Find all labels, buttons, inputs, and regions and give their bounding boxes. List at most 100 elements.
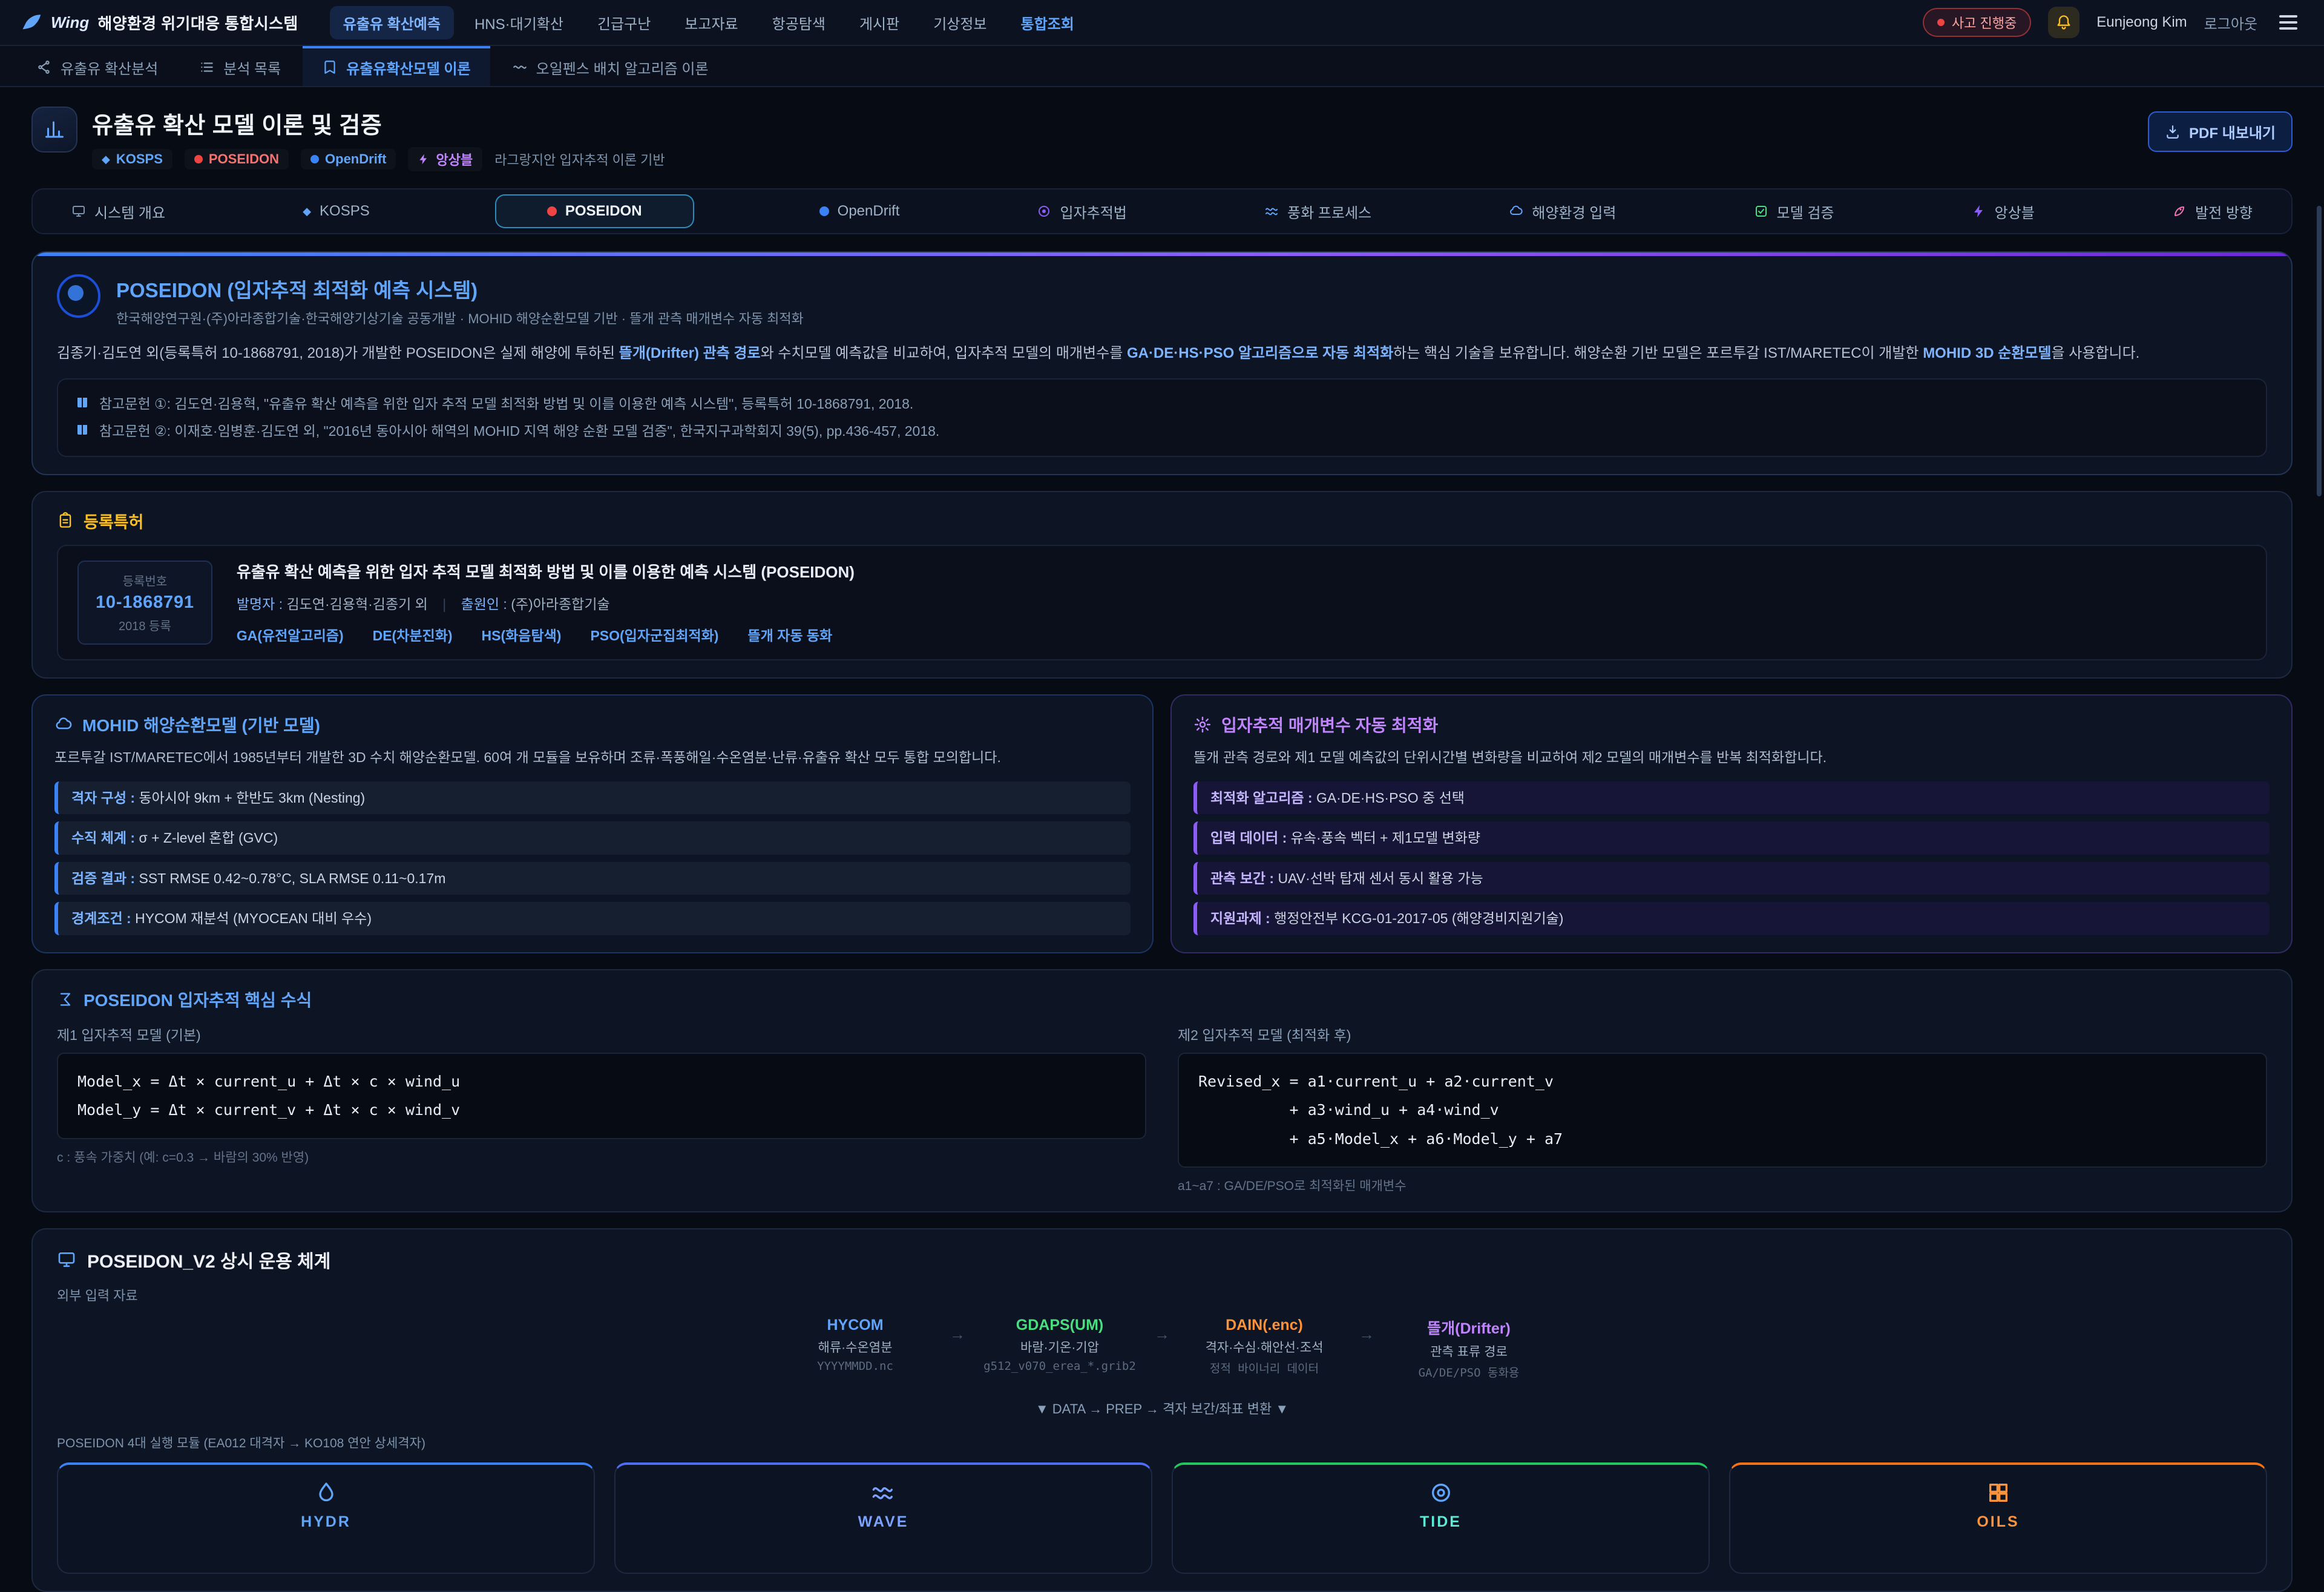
section-system-overview[interactable]: 시스템 개요 — [59, 194, 177, 229]
spec-row: 최적화 알고리즘 : GA·DE·HS·PSO 중 선택 — [1193, 781, 2270, 815]
module-hydr: HYDR — [57, 1462, 595, 1574]
tag-drifter-assimilation[interactable]: 뜰개 자동 동화 — [747, 624, 832, 645]
brand-name: Wing — [51, 13, 89, 32]
wing-logo-icon — [22, 12, 42, 33]
tab-oil-fence-algorithm[interactable]: 오일펜스 배치 알고리즘 이론 — [493, 46, 728, 86]
core-formulas-card: POSEIDON 입자추적 핵심 수식 제1 입자추적 모델 (기본) Mode… — [31, 969, 2293, 1213]
operation-system-card: POSEIDON_V2 상시 운용 체계 외부 입력 자료 HYCOM 해류·수… — [31, 1228, 2293, 1592]
tag-pso[interactable]: PSO(입자군집최적화) — [590, 624, 718, 645]
model2-caption: a1~a7 : GA/DE/PSO로 최적화된 매개변수 — [1178, 1176, 2267, 1194]
tab-label: 분석 목록 — [223, 57, 281, 78]
section-weathering-process[interactable]: 풍화 프로세스 — [1252, 194, 1384, 229]
notification-bell-icon[interactable] — [2048, 7, 2079, 38]
clipboard-icon — [57, 512, 74, 529]
poseidon-overview-card: POSEIDON (입자추적 최적화 예측 시스템) 한국해양연구원·(주)아라… — [31, 251, 2293, 475]
wave-icon — [1264, 204, 1279, 219]
patent-meta: 발명자 : 김도연·김용혁·김종기 외 | 출원인 : (주)아라종합기술 — [237, 593, 855, 613]
spec-row: 관측 보간 : UAV·선박 탑재 센서 동시 활용 가능 — [1193, 862, 2270, 895]
user-name: Eunjeong Kim — [2096, 14, 2187, 31]
page-header: 유출유 확산 모델 이론 및 검증 ◆KOSPS POSEIDON OpenDr… — [31, 87, 2293, 183]
main-navigation: 유출유 확산예측 HNS·대기확산 긴급구난 보고자료 항공탐색 게시판 기상정… — [330, 6, 1891, 39]
incident-dot-icon — [1937, 19, 1945, 26]
spec-row: 격자 구성 : 동아시아 9km + 한반도 3km (Nesting) — [54, 781, 1131, 815]
patent-tags: GA(유전알고리즘) DE(차분진화) HS(화음탐색) PSO(입자군집최적화… — [237, 624, 855, 645]
mohid-card-header: MOHID 해양순환모델 (기반 모델) — [54, 712, 1131, 737]
modules-label: POSEIDON 4대 실행 모듈 (EA012 대격자 → KO108 연안 … — [57, 1433, 2267, 1452]
flow-arrow: → — [1154, 1325, 1170, 1344]
droplet-icon — [314, 1481, 338, 1505]
patent-year: 2018 등록 — [96, 616, 194, 634]
section-kosps[interactable]: ◆KOSPS — [290, 196, 382, 227]
top-navigation-bar: Wing 해양환경 위기대응 통합시스템 유출유 확산예측 HNS·대기확산 긴… — [0, 0, 2324, 46]
section-ensemble[interactable]: 앙상블 — [1960, 194, 2047, 229]
patent-detail-box: 등록번호 10-1868791 2018 등록 유출유 확산 예측을 위한 입자… — [57, 545, 2267, 660]
nav-weather-info[interactable]: 기상정보 — [920, 6, 1000, 39]
data-prep-flow-label: ▼ DATA → PREP → 격자 보간/좌표 변환 ▼ — [57, 1398, 2267, 1418]
chart-icon — [44, 119, 65, 140]
algorithm-emphasis: GA·DE·HS·PSO 알고리즘으로 자동 최적화 — [1127, 345, 1393, 361]
section-poseidon[interactable]: POSEIDON — [495, 194, 694, 228]
section-particle-tracking[interactable]: 입자추적법 — [1025, 194, 1138, 229]
model1-caption: c : 풍속 가중치 (예: c=0.3 → 바람의 30% 반영) — [57, 1148, 1146, 1166]
tab-diffusion-model-theory[interactable]: 유출유확산모델 이론 — [303, 46, 490, 86]
optimization-description: 뜰개 관측 경로와 제1 모델 예측값의 단위시간별 변화량을 비교하여 제2 … — [1193, 746, 2270, 769]
share-icon — [36, 59, 52, 75]
topnav-right-cluster: 사고 진행중 Eunjeong Kim 로그아웃 — [1923, 7, 2302, 38]
scrollbar-thumb[interactable] — [2317, 206, 2322, 496]
pdf-export-button[interactable]: PDF 내보내기 — [2148, 111, 2293, 152]
blue-dot-icon — [819, 206, 829, 216]
bolt-icon — [1972, 204, 1986, 219]
reference-item: 참고문헌 ①: 김도연·김용혁, "유출유 확산 예측을 위한 입자 추적 모델… — [75, 390, 2249, 418]
external-input-label: 외부 입력 자료 — [57, 1285, 2267, 1304]
data-source-row: HYCOM 해류·수온염분 YYYYMMDD.nc → GDAPS(UM) 바람… — [57, 1317, 2267, 1380]
section-model-validation[interactable]: 모델 검증 — [1742, 194, 1846, 229]
page-subtitle: 라그랑지안 입자추적 이론 기반 — [494, 150, 665, 169]
patent-title: 유출유 확산 예측을 위한 입자 추적 모델 최적화 방법 및 이를 이용한 예… — [237, 561, 855, 584]
nav-report-data[interactable]: 보고자료 — [671, 6, 751, 39]
tab-spill-analysis[interactable]: 유출유 확산분석 — [17, 46, 177, 86]
model2-label: 제2 입자추적 모델 (최적화 후) — [1178, 1024, 2267, 1044]
app-brand[interactable]: Wing 해양환경 위기대응 통합시스템 — [22, 12, 298, 34]
model2-code: Revised_x = a1·current_u + a2·current_v … — [1178, 1053, 2267, 1168]
tab-analysis-list[interactable]: 분석 목록 — [180, 46, 300, 86]
nav-bulletin-board[interactable]: 게시판 — [846, 6, 913, 39]
pdf-button-label: PDF 내보내기 — [2189, 121, 2276, 142]
spec-row: 검증 결과 : SST RMSE 0.42~0.78°C, SLA RMSE 0… — [54, 862, 1131, 895]
section-opendrift[interactable]: OpenDrift — [807, 196, 912, 227]
patent-number-block: 등록번호 10-1868791 2018 등록 — [77, 561, 212, 645]
tag-ga[interactable]: GA(유전알고리즘) — [237, 624, 344, 645]
gear-icon — [1193, 715, 1212, 734]
model2-formula-block: 제2 입자추적 모델 (최적화 후) Revised_x = a1·curren… — [1178, 1024, 2267, 1195]
nav-hns-atmospheric[interactable]: HNS·대기확산 — [461, 6, 577, 39]
sub-tab-bar: 유출유 확산분석 분석 목록 유출유확산모델 이론 오일펜스 배치 알고리즘 이… — [0, 46, 2324, 87]
tab-label: 유출유 확산분석 — [61, 57, 158, 78]
hamburger-menu-icon[interactable] — [2274, 10, 2302, 35]
section-nav-bar: 시스템 개요 ◆KOSPS POSEIDON OpenDrift 입자추적법 풍… — [31, 188, 2293, 234]
spec-row: 입력 데이터 : 유속·풍속 벡터 + 제1모델 변화량 — [1193, 821, 2270, 855]
incident-status-badge[interactable]: 사고 진행중 — [1923, 8, 2031, 37]
page-title: 유출유 확산 모델 이론 및 검증 — [92, 107, 665, 140]
check-square-icon — [1754, 204, 1768, 219]
logout-button[interactable]: 로그아웃 — [2204, 12, 2257, 33]
nav-oil-spill-prediction[interactable]: 유출유 확산예측 — [330, 6, 454, 39]
tag-de[interactable]: DE(차분진화) — [373, 624, 453, 645]
drifter-path-emphasis: 뜰개(Drifter) 관측 경로 — [619, 345, 761, 361]
nav-integrated-search[interactable]: 통합조회 — [1008, 6, 1088, 39]
tag-hs[interactable]: HS(화음탐색) — [482, 624, 562, 645]
source-gdaps: GDAPS(UM) 바람·기온·기압 g512_v070_erea_*.grib… — [980, 1317, 1140, 1373]
poseidon-subtitle: 한국해양연구원·(주)아라종합기술·한국해양기상기술 공동개발 · MOHID … — [116, 308, 804, 327]
operation-header: POSEIDON_V2 상시 운용 체계 — [57, 1246, 2267, 1273]
book-icon — [322, 59, 338, 75]
section-marine-env-input[interactable]: 해양환경 입력 — [1497, 194, 1628, 229]
app-title: 해양환경 위기대응 통합시스템 — [97, 12, 298, 34]
formulas-header: POSEIDON 입자추적 핵심 수식 — [57, 987, 2267, 1011]
nav-emergency-rescue[interactable]: 긴급구난 — [584, 6, 664, 39]
model1-code: Model_x = Δt × current_u + Δt × c × wind… — [57, 1053, 1146, 1139]
mohid-description: 포르투갈 IST/MARETEC에서 1985년부터 개발한 3D 수치 해양순… — [54, 746, 1131, 769]
cloud-icon — [1509, 204, 1523, 219]
nav-aerial-search[interactable]: 항공탐색 — [759, 6, 839, 39]
section-future-direction[interactable]: 발전 방향 — [2160, 194, 2265, 229]
sigma-icon — [57, 991, 74, 1008]
module-wave: WAVE — [614, 1462, 1152, 1574]
grid-icon — [1986, 1481, 2011, 1505]
